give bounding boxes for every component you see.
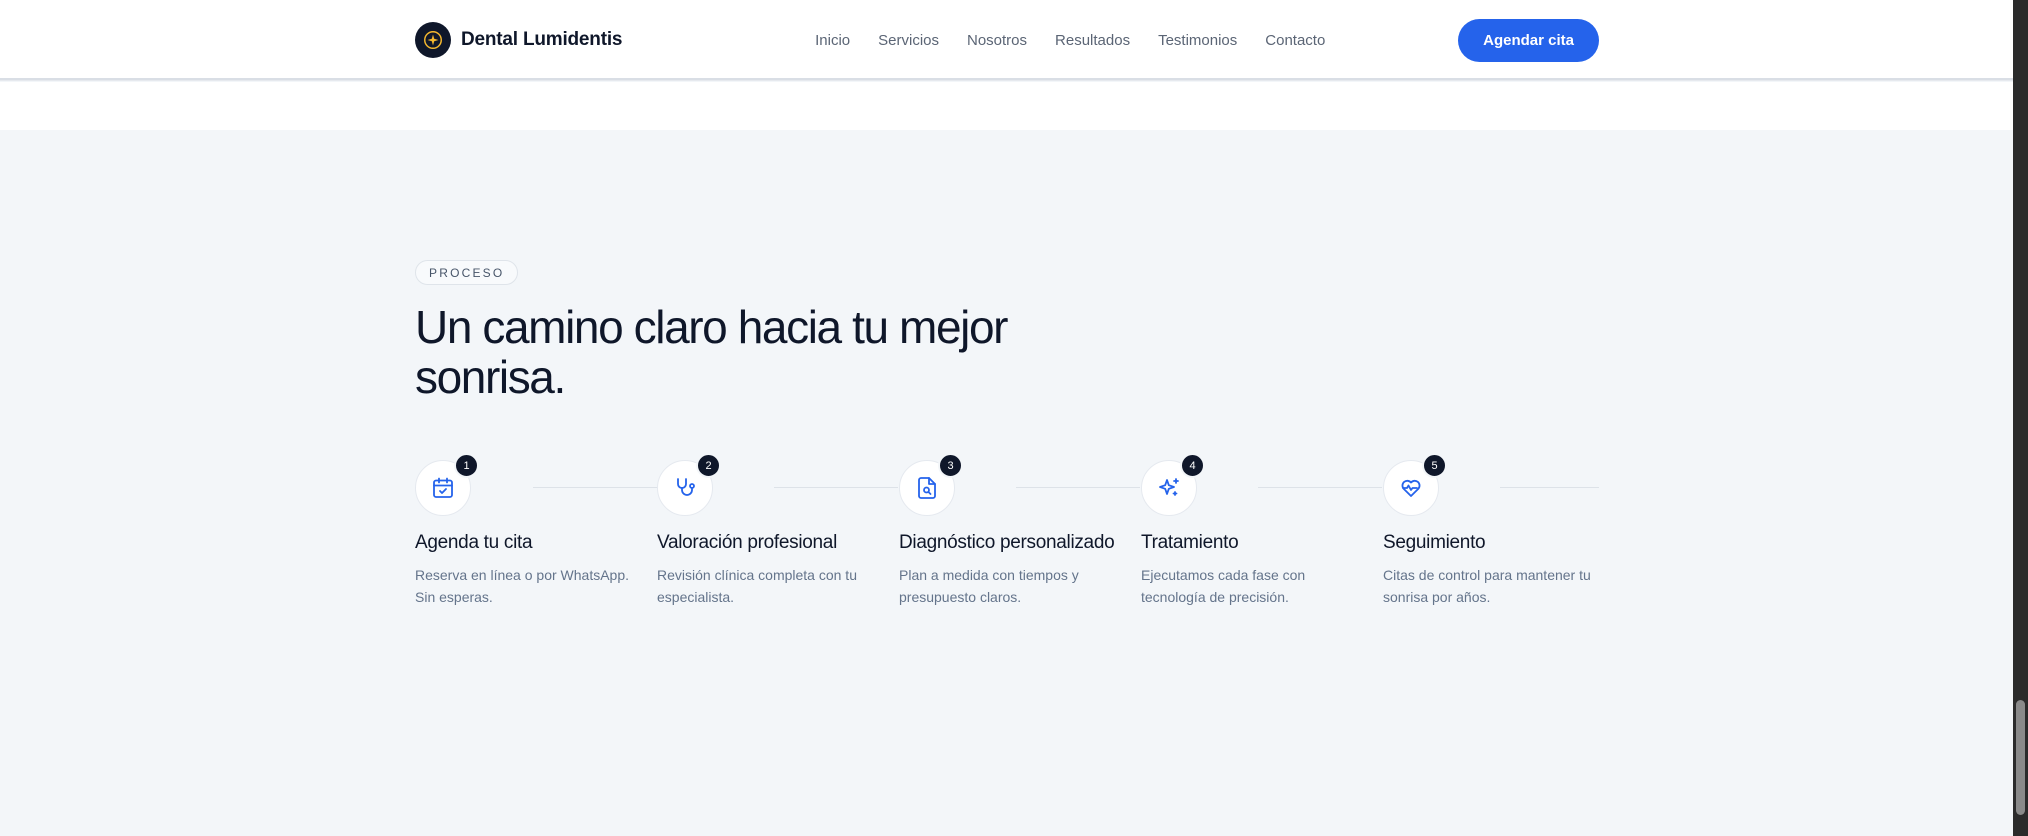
- connector-line: [1016, 487, 1140, 488]
- logo-icon: [415, 22, 451, 58]
- step-description: Plan a medida con tiempos y presupuesto …: [899, 567, 1079, 605]
- step-description: Reserva en línea o por WhatsApp. Sin esp…: [415, 567, 630, 605]
- step-icon-circle: 2: [657, 453, 721, 516]
- step-number-badge: 4: [1180, 453, 1205, 478]
- stethoscope-icon: [677, 478, 695, 496]
- step-number-badge: 1: [454, 453, 479, 478]
- step-icon-circle: 4: [1141, 453, 1205, 516]
- step-title: Agenda tu cita: [415, 532, 533, 553]
- connector-line: [774, 487, 898, 488]
- calendar-check-icon: [433, 477, 453, 498]
- file-search-icon: [918, 477, 936, 499]
- process-steps: 1 Agenda tu cita Reserva en línea o por …: [415, 453, 1599, 630]
- nav-links: Inicio Servicios Nosotros Resultados Tes…: [815, 32, 1325, 49]
- nav-link-servicios[interactable]: Servicios: [878, 32, 939, 49]
- nav-link-resultados[interactable]: Resultados: [1055, 32, 1130, 49]
- step-number-badge: 2: [696, 453, 721, 478]
- sparkles-icon: [1159, 478, 1179, 496]
- schedule-appointment-button[interactable]: Agendar cita: [1458, 18, 1599, 62]
- navbar-inner: Dental Lumidentis Inicio Servicios Nosot…: [415, 0, 1599, 80]
- step-icon-circle: 3: [899, 453, 963, 516]
- nav-link-contacto[interactable]: Contacto: [1265, 32, 1325, 49]
- brand[interactable]: Dental Lumidentis: [415, 22, 622, 58]
- connector-line: [1500, 487, 1599, 488]
- step-number-badge: 3: [938, 453, 963, 478]
- brand-name: Dental Lumidentis: [461, 29, 623, 50]
- step-title: Valoración profesional: [657, 532, 837, 553]
- heart-pulse-icon: [1401, 479, 1421, 497]
- nav-link-testimonios[interactable]: Testimonios: [1158, 32, 1237, 49]
- connector-line: [1258, 487, 1382, 488]
- section-eyebrow: PROCESO: [415, 260, 519, 285]
- connector-line: [533, 487, 657, 488]
- nav-link-inicio[interactable]: Inicio: [815, 32, 850, 49]
- section-divider-band: [0, 82, 2013, 130]
- step-icon-circle: 1: [415, 453, 479, 516]
- page-scrollbar[interactable]: [2013, 0, 2028, 836]
- step-description: Revisión clínica completa con tu especia…: [657, 567, 857, 605]
- step-number-badge: 5: [1422, 453, 1447, 478]
- step-description: Ejecutamos cada fase con tecnología de p…: [1141, 567, 1306, 605]
- step-icon-circle: 5: [1383, 453, 1447, 516]
- step-title: Diagnóstico personalizado: [899, 532, 1115, 553]
- scrollbar-thumb[interactable]: [2016, 700, 2025, 815]
- step-description: Citas de control para mantener tu sonris…: [1383, 567, 1591, 605]
- step-title: Tratamiento: [1141, 532, 1239, 553]
- top-navbar: Dental Lumidentis Inicio Servicios Nosot…: [0, 0, 2013, 80]
- step-title: Seguimiento: [1383, 532, 1486, 553]
- nav-link-nosotros[interactable]: Nosotros: [967, 32, 1027, 49]
- section-title: Un camino claro hacia tu mejor sonrisa.: [415, 301, 1008, 403]
